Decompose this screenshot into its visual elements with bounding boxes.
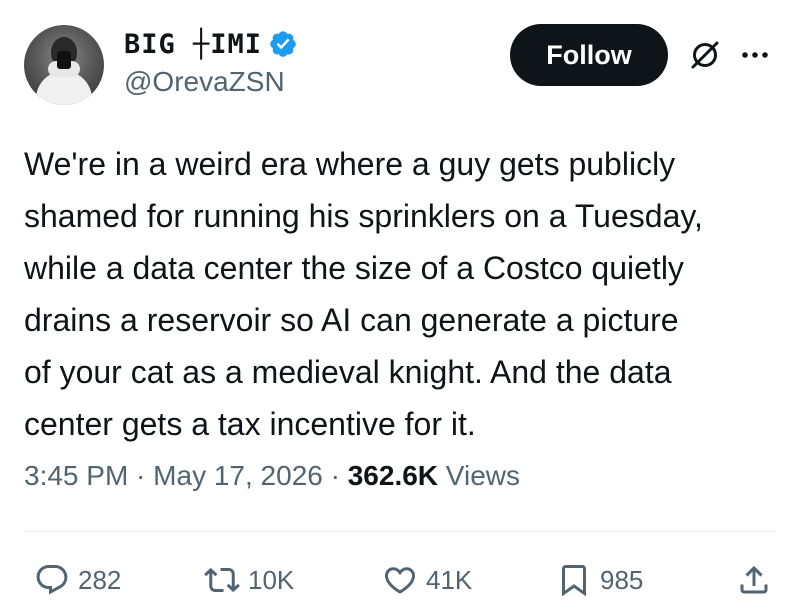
action-bar: 282 10K 41K 985 [24, 556, 776, 604]
grok-icon[interactable] [686, 36, 724, 74]
repost-button[interactable]: 10K [204, 556, 294, 604]
like-button[interactable]: 41K [382, 556, 472, 604]
reply-count: 282 [78, 564, 122, 595]
bookmark-button[interactable]: 985 [556, 556, 643, 604]
tweet-time[interactable]: 3:45 PM [24, 460, 128, 491]
reply-button[interactable]: 282 [34, 556, 121, 604]
repost-count: 10K [248, 564, 295, 595]
display-name[interactable]: BIG ┼IMI [124, 29, 262, 60]
reply-icon [36, 565, 68, 595]
tweet-meta: 3:45 PM · May 17, 2026 · 362.6K Views [24, 460, 520, 492]
tweet-line: shamed for running his sprinklers on a T… [24, 198, 703, 234]
tweet-text: We're in a weird era where a guy gets pu… [24, 138, 776, 450]
tweet-date[interactable]: May 17, 2026 [153, 460, 323, 491]
follow-button[interactable]: Follow [510, 24, 668, 86]
tweet-line: while a data center the size of a Costco… [24, 250, 684, 286]
author-names: BIG ┼IMI @OrevaZSN [124, 26, 298, 98]
share-icon [740, 565, 768, 594]
meta-separator: · [128, 460, 154, 491]
like-count: 41K [426, 564, 473, 595]
divider [24, 531, 776, 532]
author-handle[interactable]: @OrevaZSN [124, 66, 298, 98]
views-count[interactable]: 362.6K [348, 460, 438, 491]
share-button[interactable] [736, 556, 772, 604]
tweet-line: drains a reservoir so AI can generate a … [24, 302, 679, 338]
tweet-header: BIG ┼IMI @OrevaZSN Follow [24, 20, 776, 110]
heart-icon [384, 567, 416, 594]
display-name-row: BIG ┼IMI [124, 26, 298, 62]
tweet-line: of your cat as a medieval knight. And th… [24, 354, 672, 390]
views-label: Views [438, 460, 520, 491]
tweet-line: We're in a weird era where a guy gets pu… [24, 146, 676, 182]
tweet-line: center gets a tax incentive for it. [24, 406, 476, 442]
more-icon[interactable] [736, 36, 774, 74]
bookmark-icon [562, 565, 586, 597]
verified-badge-icon [270, 31, 296, 57]
repost-icon [204, 567, 240, 593]
bookmark-count: 985 [600, 564, 644, 595]
meta-separator: · [322, 460, 348, 491]
avatar[interactable] [24, 25, 104, 105]
